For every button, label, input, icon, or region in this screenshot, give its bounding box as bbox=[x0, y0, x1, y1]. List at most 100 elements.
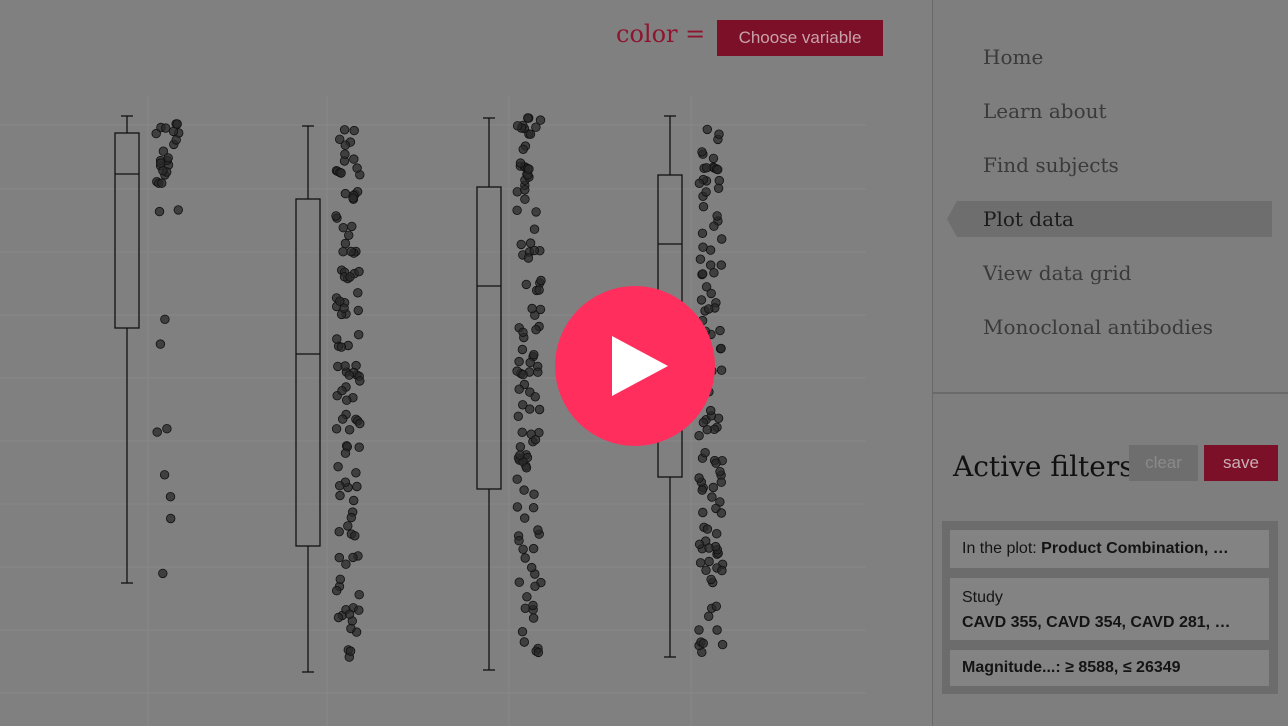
data-point bbox=[156, 178, 167, 188]
data-point bbox=[716, 343, 726, 354]
data-point bbox=[530, 435, 541, 445]
data-point bbox=[527, 562, 537, 573]
data-point bbox=[332, 586, 342, 596]
data-point bbox=[717, 565, 727, 576]
data-point bbox=[515, 450, 525, 461]
data-point bbox=[352, 481, 362, 492]
data-point bbox=[340, 448, 351, 458]
data-point bbox=[512, 502, 523, 512]
data-point bbox=[528, 600, 538, 611]
nav-item-find-subjects[interactable]: Find subjects bbox=[933, 138, 1288, 192]
data-point bbox=[712, 529, 722, 539]
nav-item-plot-data[interactable]: Plot data bbox=[947, 201, 1272, 237]
data-point bbox=[354, 590, 364, 600]
data-point bbox=[714, 175, 725, 186]
data-point bbox=[518, 327, 528, 338]
data-point bbox=[349, 495, 359, 506]
app-screen: color = Choose variable Home Learn about… bbox=[0, 0, 1288, 726]
data-point bbox=[338, 414, 348, 424]
filter-card-study[interactable]: Study CAVD 355, CAVD 354, CAVD 281, … bbox=[950, 578, 1269, 640]
data-point bbox=[709, 221, 719, 231]
box-iqr bbox=[476, 186, 502, 490]
data-point bbox=[717, 639, 728, 650]
data-point bbox=[517, 344, 528, 355]
filter-card-in-plot[interactable]: In the plot: Product Combination, … bbox=[950, 530, 1269, 568]
data-point bbox=[715, 467, 725, 477]
data-point bbox=[707, 492, 717, 502]
data-point bbox=[351, 468, 361, 478]
data-point bbox=[711, 601, 722, 612]
data-point bbox=[332, 334, 342, 344]
data-point bbox=[711, 458, 721, 468]
data-point bbox=[333, 462, 343, 472]
play-button[interactable] bbox=[555, 286, 715, 446]
data-point bbox=[704, 611, 714, 622]
data-point bbox=[702, 124, 713, 135]
color-label: color = bbox=[616, 20, 706, 48]
data-point bbox=[335, 490, 345, 501]
clear-button[interactable]: clear bbox=[1129, 445, 1198, 481]
data-point bbox=[716, 477, 727, 487]
data-point bbox=[347, 221, 357, 232]
data-point bbox=[523, 113, 533, 123]
nav-item-view-data-grid[interactable]: View data grid bbox=[933, 246, 1288, 300]
nav-item-home[interactable]: Home bbox=[933, 30, 1288, 84]
data-point bbox=[530, 392, 540, 402]
data-point bbox=[171, 135, 181, 145]
data-point bbox=[694, 625, 704, 635]
data-point bbox=[354, 266, 364, 277]
data-point bbox=[694, 539, 705, 550]
save-button[interactable]: save bbox=[1204, 445, 1278, 481]
data-point bbox=[712, 211, 722, 221]
data-point bbox=[334, 552, 345, 563]
data-point bbox=[340, 238, 351, 249]
data-point bbox=[529, 489, 539, 499]
data-point bbox=[516, 239, 526, 250]
data-point bbox=[535, 115, 546, 125]
sidebar-divider bbox=[933, 392, 1288, 394]
data-point bbox=[340, 140, 351, 150]
nav-item-monoclonal-antibodies[interactable]: Monoclonal antibodies bbox=[933, 300, 1288, 354]
data-point bbox=[515, 442, 526, 452]
data-point bbox=[165, 513, 176, 524]
data-point bbox=[151, 128, 161, 139]
data-point bbox=[517, 427, 527, 438]
filter-card-magnitude[interactable]: Magnitude...: ≥ 8588, ≤ 26349 bbox=[950, 650, 1269, 686]
data-point bbox=[521, 463, 532, 473]
data-point bbox=[355, 418, 365, 429]
data-point bbox=[338, 246, 348, 257]
data-point bbox=[717, 234, 727, 244]
data-point bbox=[716, 508, 727, 518]
data-point bbox=[172, 119, 182, 129]
data-point bbox=[348, 193, 358, 203]
data-point bbox=[520, 513, 530, 523]
data-point bbox=[352, 163, 362, 173]
data-point bbox=[694, 473, 704, 483]
play-icon bbox=[612, 336, 668, 396]
data-point bbox=[343, 521, 353, 531]
data-point bbox=[713, 164, 723, 175]
data-point bbox=[514, 356, 524, 367]
data-point bbox=[514, 577, 525, 587]
nav-item-learn-about[interactable]: Learn about bbox=[933, 84, 1288, 138]
data-point bbox=[708, 153, 719, 164]
data-point bbox=[534, 404, 545, 415]
data-point bbox=[522, 592, 532, 602]
data-point bbox=[714, 129, 724, 139]
data-point bbox=[529, 350, 539, 360]
data-point bbox=[528, 613, 539, 623]
in-plot-value: Product Combination, … bbox=[1041, 540, 1229, 557]
data-point bbox=[524, 164, 534, 174]
data-point bbox=[345, 646, 356, 656]
data-point bbox=[334, 527, 344, 537]
data-point bbox=[155, 158, 166, 168]
data-point bbox=[340, 149, 350, 159]
choose-variable-button[interactable]: Choose variable bbox=[717, 20, 883, 56]
data-point bbox=[344, 370, 355, 380]
data-point bbox=[712, 625, 722, 635]
data-point bbox=[158, 146, 169, 156]
data-point bbox=[709, 268, 719, 278]
data-point bbox=[716, 260, 727, 270]
data-point bbox=[536, 275, 546, 286]
data-point bbox=[518, 144, 528, 155]
